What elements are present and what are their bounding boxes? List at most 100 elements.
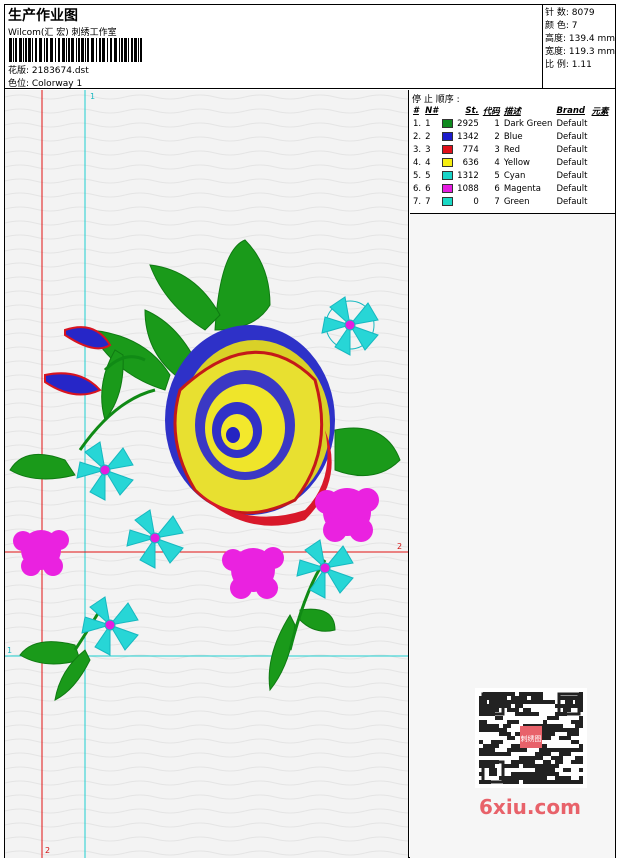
table-row[interactable]: 7. 7 0 7 Green Default	[411, 195, 611, 208]
color-swatch	[442, 131, 454, 141]
color-swatch	[442, 144, 454, 154]
row-swatch	[440, 182, 455, 195]
row-desc: Dark Green	[503, 118, 553, 129]
row-desc: Blue	[503, 131, 523, 142]
color-swatch	[442, 183, 454, 193]
guide-h2-label: 2	[397, 542, 403, 551]
col-st: St.	[465, 105, 479, 116]
guide-h1-label: 1	[7, 646, 13, 655]
row-code: 1	[494, 118, 500, 129]
colorway-label: 色位: Colorway 1	[8, 79, 83, 89]
row-element	[590, 117, 611, 130]
row-code: 3	[494, 144, 500, 155]
row-swatch	[440, 156, 455, 169]
production-sheet: 生产作业图 Wilcom(汇 宏) 刺绣工作室 花版: 2183674.dst …	[4, 4, 616, 858]
row-st: 0	[473, 196, 479, 207]
table-row[interactable]: 6. 6 1088 6 Magenta Default	[411, 182, 611, 195]
row-brand: Default	[556, 196, 588, 207]
color-swatch	[442, 118, 454, 128]
row-code: 7	[494, 196, 500, 207]
row-code: 4	[494, 157, 500, 168]
col-element: 元素	[591, 106, 609, 117]
col-desc: 描述	[503, 106, 521, 117]
row-st: 1312	[457, 170, 479, 181]
design-specs: 针 数: 8079 颜 色: 7 高度: 139.4 mm 宽度: 119.3 …	[542, 5, 615, 89]
design-file-label: 花版: 2183674.dst	[8, 66, 89, 76]
embroidery-preview	[5, 90, 408, 858]
row-idx: 4.	[413, 157, 422, 168]
table-row[interactable]: 4. 4 636 4 Yellow Default	[411, 156, 611, 169]
stitch-count: 针 数: 8079	[545, 8, 595, 18]
design-width: 宽度: 119.3 mm	[545, 47, 616, 57]
row-swatch	[440, 130, 455, 143]
row-st: 2925	[457, 118, 479, 129]
col-code: 代码	[482, 106, 500, 117]
row-element	[590, 130, 611, 143]
color-count: 颜 色: 7	[545, 21, 578, 31]
col-brand: Brand	[556, 105, 585, 116]
row-desc: Cyan	[503, 170, 526, 181]
row-brand: Default	[556, 157, 588, 168]
design-height: 高度: 139.4 mm	[545, 34, 616, 44]
guide-v2-label: 2	[45, 846, 51, 855]
row-idx: 7.	[413, 196, 422, 207]
color-swatch	[442, 157, 454, 167]
row-st: 1088	[457, 183, 479, 194]
row-idx: 2.	[413, 131, 422, 142]
row-swatch	[440, 117, 455, 130]
page-title: 生产作业图	[8, 8, 78, 24]
row-st: 636	[462, 157, 479, 168]
barcode	[9, 38, 142, 62]
row-brand: Default	[556, 144, 588, 155]
row-desc: Green	[503, 196, 530, 207]
row-brand: Default	[556, 131, 588, 142]
row-code: 2	[494, 131, 500, 142]
table-header-row: # N# St. 代码 描述 Brand 元素	[411, 104, 611, 117]
software-subtitle: Wilcom(汇 宏) 刺绣工作室	[8, 28, 117, 38]
color-swatch	[442, 196, 454, 206]
row-st: 1342	[457, 131, 479, 142]
col-idx: #	[413, 105, 419, 116]
row-code: 6	[494, 183, 500, 194]
row-swatch	[440, 169, 455, 182]
row-n: 5	[425, 170, 431, 181]
row-desc: Red	[503, 144, 520, 155]
qr-center-logo: 刺绣图	[521, 734, 542, 743]
col-n: N#	[425, 105, 439, 116]
row-swatch	[440, 143, 455, 156]
row-element	[590, 195, 611, 208]
row-idx: 5.	[413, 170, 422, 181]
table-row[interactable]: 2. 2 1342 2 Blue Default	[411, 130, 611, 143]
row-n: 1	[425, 118, 431, 129]
row-idx: 3.	[413, 144, 422, 155]
table-row[interactable]: 5. 5 1312 5 Cyan Default	[411, 169, 611, 182]
row-brand: Default	[556, 183, 588, 194]
row-n: 4	[425, 157, 431, 168]
table-row[interactable]: 1. 1 2925 1 Dark Green Default	[411, 117, 611, 130]
design-scale: 比 例: 1.11	[545, 60, 592, 70]
row-idx: 6.	[413, 183, 422, 194]
col-swatch	[440, 104, 455, 117]
row-element	[590, 143, 611, 156]
stop-sequence-box: 停 止 顺序 : # N# St. 代码 描述 Brand 元素 1. 1 2925…	[410, 90, 615, 214]
row-element	[590, 169, 611, 182]
qr-code: 刺绣图	[475, 688, 587, 788]
row-n: 3	[425, 144, 431, 155]
row-n: 7	[425, 196, 431, 207]
row-element	[590, 156, 611, 169]
row-element	[590, 182, 611, 195]
design-preview-canvas[interactable]: 1 2 1 2	[5, 90, 409, 858]
watermark-text: 6xiu.com	[479, 795, 581, 819]
row-n: 6	[425, 183, 431, 194]
guide-v1-label: 1	[90, 92, 96, 101]
color-swatch	[442, 170, 454, 180]
row-idx: 1.	[413, 118, 422, 129]
row-brand: Default	[556, 118, 588, 129]
table-row[interactable]: 3. 3 774 3 Red Default	[411, 143, 611, 156]
row-swatch	[440, 195, 455, 208]
color-sequence-table: # N# St. 代码 描述 Brand 元素 1. 1 2925 1 Dark Gre…	[411, 104, 611, 208]
row-brand: Default	[556, 170, 588, 181]
row-code: 5	[494, 170, 500, 181]
row-desc: Magenta	[503, 183, 541, 194]
row-n: 2	[425, 131, 431, 142]
